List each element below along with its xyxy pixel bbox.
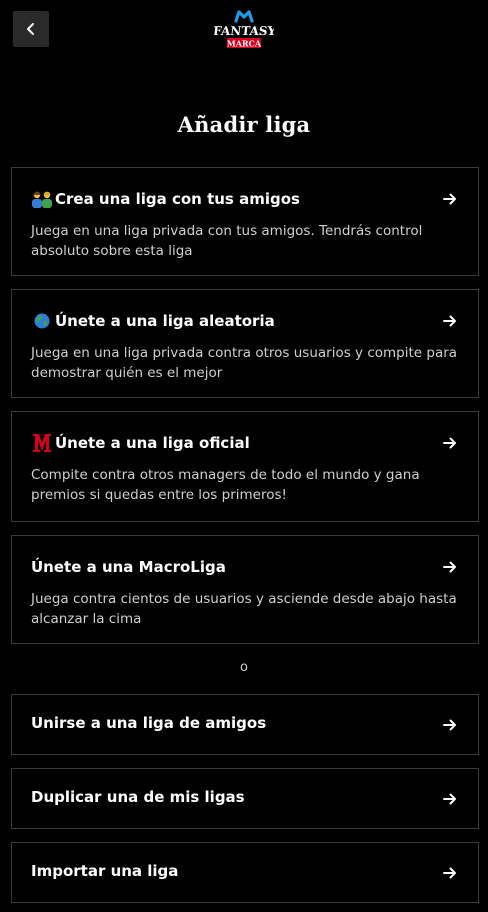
arrow-right-icon [443,561,456,573]
action-label: Duplicar una de mis ligas [31,788,245,806]
card-description: Compite contra otros managers de todo el… [31,467,420,503]
join-random-league-card[interactable]: Únete a una liga aleatoria Juega en una … [11,289,479,398]
globe-icon [31,311,53,331]
page-title: Añadir liga [177,112,311,137]
add-league-screen: FANTASY MARCA Añadir liga Crea una liga … [0,0,488,912]
card-title: Crea una liga con tus amigos [55,190,300,208]
card-header: Crea una liga con tus amigos [31,188,458,210]
card-header: Únete a una liga aleatoria [31,310,458,332]
import-league-button[interactable]: Importar una liga [11,842,479,903]
card-description: Juega contra cientos de usuarios y ascie… [31,591,457,627]
duplicate-league-button[interactable]: Duplicar una de mis ligas [11,768,479,829]
friends-emoji-icon [31,189,53,209]
arrow-right-icon [443,437,456,449]
arrow-right-icon [443,867,456,879]
fantasy-marca-logo: FANTASY MARCA [212,8,277,54]
join-macroliga-card[interactable]: Únete a una MacroLiga Juega contra cient… [11,535,479,644]
action-label: Unirse a una liga de amigos [31,714,267,732]
card-header: Únete a una MacroLiga [31,556,458,578]
card-description: Juega en una liga privada con tus amigos… [31,223,423,259]
card-header: Únete a una liga oficial [31,432,458,454]
or-separator: o [240,660,248,675]
svg-text:MARCA: MARCA [227,39,262,49]
marca-m-icon [31,433,53,453]
arrow-right-icon [443,193,456,205]
back-button[interactable] [13,11,49,47]
join-official-league-card[interactable]: Únete a una liga oficial Compite contra … [11,411,479,522]
arrow-right-icon [443,719,456,731]
card-description: Juega en una liga privada contra otros u… [31,345,458,381]
arrow-right-icon [443,793,456,805]
svg-text:FANTASY: FANTASY [214,24,274,38]
card-title: Únete a una MacroLiga [31,558,226,576]
create-friends-league-card[interactable]: Crea una liga con tus amigos Juega en un… [11,167,479,276]
card-title: Únete a una liga oficial [55,434,250,452]
action-label: Importar una liga [31,862,179,880]
join-friends-league-button[interactable]: Unirse a una liga de amigos [11,694,479,755]
chevron-left-icon [27,23,34,35]
card-title: Únete a una liga aleatoria [55,312,275,330]
arrow-right-icon [443,315,456,327]
